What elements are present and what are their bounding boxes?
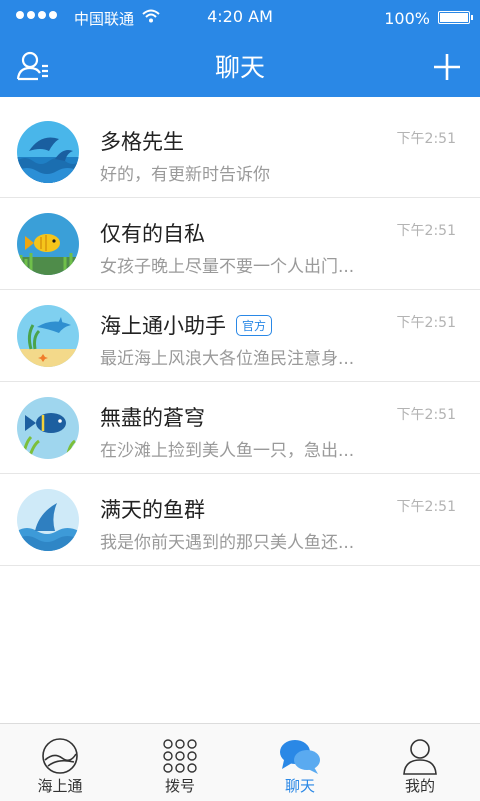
tab-label: 聊天	[284, 777, 315, 795]
chat-preview: 在沙滩上捡到美人鱼一只，急出...	[100, 441, 355, 461]
tab-chat[interactable]: 聊天	[240, 724, 360, 801]
globe-icon	[42, 738, 78, 774]
chat-name: 满天的鱼群	[100, 498, 205, 522]
app-header: 中国联通 4:20 AM 100% 聊天	[0, 0, 480, 97]
dialpad-icon	[163, 739, 197, 773]
official-badge: 官方	[236, 315, 273, 336]
tab-label: 拨号	[164, 777, 195, 795]
chat-preview: 最近海上风浪大各位渔民注意身...	[100, 349, 355, 369]
shark-fin-icon	[17, 489, 79, 551]
chat-bubbles-icon	[280, 740, 320, 774]
chat-name: 海上通小助手 官方	[100, 310, 273, 340]
battery-percent: 100%	[384, 9, 430, 28]
chat-row[interactable]: 海上通小助手 官方 最近海上风浪大各位渔民注意身... 下午2:51	[0, 290, 480, 382]
status-bar: 中国联通 4:20 AM 100%	[0, 0, 480, 36]
chat-time: 下午2:51	[396, 223, 456, 239]
dolphin-icon	[17, 305, 79, 367]
chat-time: 下午2:51	[396, 315, 456, 331]
chat-name: 無盡的蒼穹	[100, 406, 205, 430]
tab-dial[interactable]: 拨号	[120, 724, 240, 801]
yellow-fish-icon	[17, 213, 79, 275]
chat-name: 多格先生	[100, 130, 184, 154]
tab-haishangtong[interactable]: 海上通	[0, 724, 120, 801]
chat-time: 下午2:51	[396, 499, 456, 515]
tab-label: 海上通	[37, 777, 83, 795]
battery-icon	[438, 11, 473, 24]
chat-preview: 我是你前天遇到的那只美人鱼还...	[100, 533, 355, 553]
chat-row[interactable]: 無盡的蒼穹 在沙滩上捡到美人鱼一只，急出... 下午2:51	[0, 382, 480, 474]
chat-list: 多格先生 好的，有更新时告诉你 下午2:51 仅有的自私 女孩子晚上尽量不要一个…	[0, 106, 480, 566]
blue-fish-icon	[17, 397, 79, 459]
chat-preview: 女孩子晚上尽量不要一个人出门...	[100, 257, 355, 277]
chat-row[interactable]: 仅有的自私 女孩子晚上尽量不要一个人出门... 下午2:51	[0, 198, 480, 290]
page-title: 聊天	[214, 53, 265, 82]
chat-time: 下午2:51	[396, 407, 456, 423]
bottom-tab-bar: 海上通 拨号 聊天 我的	[0, 723, 480, 801]
chat-time: 下午2:51	[396, 131, 456, 147]
chat-row[interactable]: 多格先生 好的，有更新时告诉你 下午2:51	[0, 106, 480, 198]
chat-preview: 好的，有更新时告诉你	[100, 165, 270, 185]
chat-name: 仅有的自私	[100, 222, 205, 246]
tab-mine[interactable]: 我的	[360, 724, 480, 801]
dolphins-icon	[17, 121, 79, 183]
tab-label: 我的	[404, 777, 435, 795]
plus-icon[interactable]	[430, 50, 464, 84]
person-icon	[403, 739, 437, 775]
chat-row[interactable]: 满天的鱼群 我是你前天遇到的那只美人鱼还... 下午2:51	[0, 474, 480, 566]
